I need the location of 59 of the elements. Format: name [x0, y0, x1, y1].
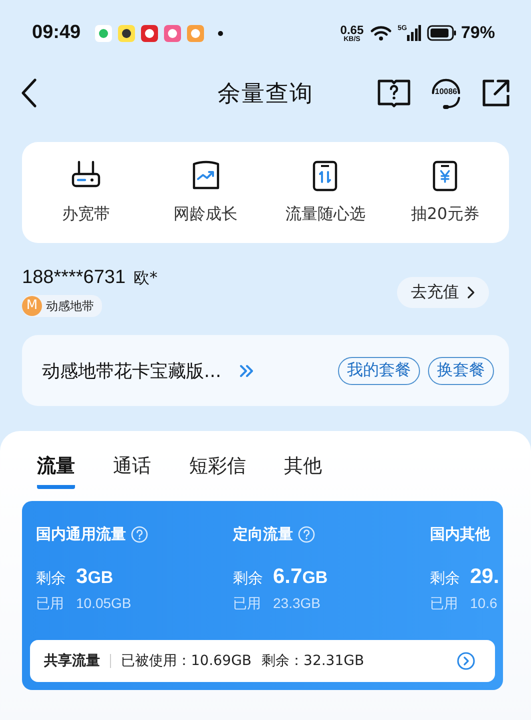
- help-icon[interactable]: [131, 526, 148, 542]
- user-name: 欧*: [134, 268, 158, 289]
- brand-tag: M 动感地带: [22, 295, 102, 317]
- plan-button[interactable]: 换套餐: [428, 356, 494, 384]
- action-label[interactable]: 抽20元券: [410, 204, 480, 225]
- usage-title: 国内其他: [430, 524, 490, 544]
- app-icon: [140, 24, 158, 42]
- app-icon: [94, 24, 112, 42]
- headset-icon: [429, 76, 463, 110]
- app-icon: [164, 24, 181, 42]
- phone-number: 188****6731: [22, 267, 126, 289]
- action-label[interactable]: 网龄成长: [174, 204, 238, 225]
- tab[interactable]: 短彩信: [189, 453, 246, 485]
- used-label: 已用: [233, 595, 261, 613]
- battery-icon: [426, 25, 457, 41]
- wifi-icon: [370, 25, 392, 41]
- remaining-label: 剩余: [36, 569, 66, 588]
- usage-title: 国内通用流量: [36, 524, 126, 544]
- remaining-label: 剩余: [233, 569, 263, 588]
- action-label[interactable]: 办宽带: [62, 204, 110, 225]
- signal-icon: [406, 25, 421, 41]
- remaining-label: 剩余: [430, 569, 460, 588]
- shared-remaining: 剩余：32.31GB: [262, 652, 364, 670]
- share-icon[interactable]: [481, 78, 511, 108]
- action-label[interactable]: 流量随心选: [285, 204, 366, 225]
- help-book-icon[interactable]: [377, 78, 411, 108]
- plan-button[interactable]: 我的套餐: [338, 356, 420, 384]
- usage-title: 定向流量: [233, 524, 293, 544]
- clock: 09:49: [32, 22, 81, 44]
- tab[interactable]: 其他: [284, 453, 322, 485]
- double-chevron-icon[interactable]: [239, 364, 254, 378]
- used-value: 23.3GB: [273, 595, 320, 613]
- chevron-circle-icon[interactable]: [457, 652, 475, 670]
- chevron-right-icon: [467, 286, 475, 298]
- shared-label: 共享流量: [44, 652, 100, 670]
- app-icon: [186, 24, 204, 42]
- network-speed: 0.65: [340, 24, 364, 36]
- brand-logo: M: [22, 296, 42, 316]
- help-icon[interactable]: [298, 526, 315, 542]
- recharge-button[interactable]: 去充值: [397, 276, 489, 308]
- shared-used: 已被使用：10.69GB: [121, 652, 252, 670]
- trend-chart-icon[interactable]: [190, 160, 221, 192]
- used-value: 10.6: [470, 595, 498, 613]
- plan-name[interactable]: 动感地带花卡宝藏版...: [42, 358, 222, 382]
- app-icon: [118, 24, 135, 42]
- notification-dot-icon: [218, 30, 223, 36]
- remaining-value: 6.7GB: [273, 565, 328, 589]
- used-label: 已用: [430, 595, 458, 613]
- tab[interactable]: 流量: [37, 453, 75, 489]
- remaining-value: 29.: [470, 565, 500, 589]
- back-icon[interactable]: [20, 78, 38, 108]
- used-label: 已用: [36, 595, 64, 613]
- remaining-value: 3GB: [76, 565, 114, 589]
- battery-percent: 79%: [460, 23, 495, 43]
- used-value: 10.05GB: [76, 595, 132, 613]
- page-title: 余量查询: [216, 80, 314, 108]
- shared-data-bar[interactable]: 共享流量 已被使用：10.69GB 剩余：32.31GB: [30, 640, 495, 682]
- customer-service-button[interactable]: 10086: [429, 76, 463, 110]
- tab[interactable]: 通话: [113, 453, 151, 485]
